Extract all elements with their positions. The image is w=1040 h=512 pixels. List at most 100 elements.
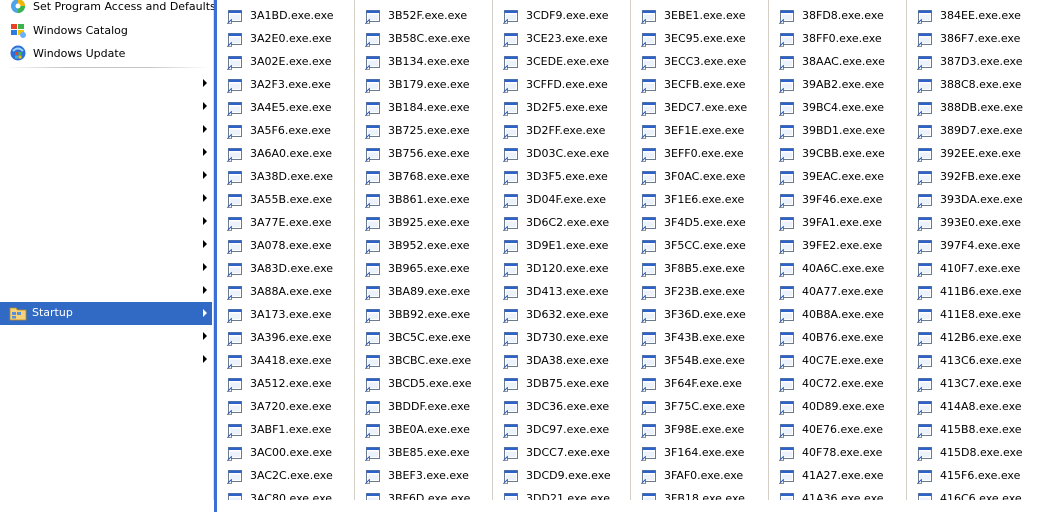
startup-file-item[interactable]: 3A38D.exe.exe: [217, 165, 354, 188]
startup-file-item[interactable]: 3A77E.exe.exe: [217, 211, 354, 234]
startup-file-item[interactable]: 39AB2.exe.exe: [769, 73, 906, 96]
startup-file-item[interactable]: 3B861.exe.exe: [355, 188, 492, 211]
startup-file-item[interactable]: 415B8.exe.exe: [907, 418, 1040, 441]
startup-file-item[interactable]: 3F1E6.exe.exe: [631, 188, 768, 211]
startup-file-item[interactable]: 3D632.exe.exe: [493, 303, 630, 326]
startup-file-item[interactable]: 392EE.exe.exe: [907, 142, 1040, 165]
startup-file-item[interactable]: 41A36.exe.exe: [769, 487, 906, 500]
startup-file-item[interactable]: 3D2FF.exe.exe: [493, 119, 630, 142]
startup-file-item[interactable]: 415F6.exe.exe: [907, 464, 1040, 487]
startup-file-item[interactable]: 3D730.exe.exe: [493, 326, 630, 349]
startup-file-item[interactable]: 3A55B.exe.exe: [217, 188, 354, 211]
program-submenu-item[interactable]: [0, 118, 212, 141]
startup-file-item[interactable]: 40D89.exe.exe: [769, 395, 906, 418]
startup-file-item[interactable]: 3A6A0.exe.exe: [217, 142, 354, 165]
startup-file-item[interactable]: 40A6C.exe.exe: [769, 257, 906, 280]
startup-file-item[interactable]: 3A1BD.exe.exe: [217, 4, 354, 27]
startup-file-item[interactable]: 3ECFB.exe.exe: [631, 73, 768, 96]
startup-file-item[interactable]: 3B925.exe.exe: [355, 211, 492, 234]
startup-file-item[interactable]: 3D2F5.exe.exe: [493, 96, 630, 119]
startup-file-item[interactable]: 415D8.exe.exe: [907, 441, 1040, 464]
startup-file-item[interactable]: 3B52F.exe.exe: [355, 4, 492, 27]
startup-file-item[interactable]: 41A27.exe.exe: [769, 464, 906, 487]
startup-file-item[interactable]: 392FB.exe.exe: [907, 165, 1040, 188]
startup-file-item[interactable]: 414A8.exe.exe: [907, 395, 1040, 418]
menu-item-windows-catalog[interactable]: Windows Catalog: [0, 19, 212, 41]
startup-file-item[interactable]: 3F64F.exe.exe: [631, 372, 768, 395]
startup-file-item[interactable]: 39BC4.exe.exe: [769, 96, 906, 119]
program-submenu-item[interactable]: [0, 72, 212, 95]
startup-file-item[interactable]: 39F46.exe.exe: [769, 188, 906, 211]
startup-file-item[interactable]: 3D413.exe.exe: [493, 280, 630, 303]
program-submenu-item[interactable]: [0, 233, 212, 256]
startup-file-item[interactable]: 3A4E5.exe.exe: [217, 96, 354, 119]
startup-file-item[interactable]: 3B179.exe.exe: [355, 73, 492, 96]
startup-file-item[interactable]: 384EE.exe.exe: [907, 4, 1040, 27]
startup-file-item[interactable]: 3BCBC.exe.exe: [355, 349, 492, 372]
program-submenu-item[interactable]: [0, 210, 212, 233]
startup-file-item[interactable]: 393DA.exe.exe: [907, 188, 1040, 211]
startup-file-item[interactable]: 3A5F6.exe.exe: [217, 119, 354, 142]
startup-file-item[interactable]: 39FE2.exe.exe: [769, 234, 906, 257]
startup-file-item[interactable]: 3FB18.exe.exe: [631, 487, 768, 500]
startup-file-item[interactable]: 3EFF0.exe.exe: [631, 142, 768, 165]
startup-file-item[interactable]: 397F4.exe.exe: [907, 234, 1040, 257]
startup-file-item[interactable]: 3DC36.exe.exe: [493, 395, 630, 418]
startup-file-item[interactable]: 3AC00.exe.exe: [217, 441, 354, 464]
startup-file-item[interactable]: 3B134.exe.exe: [355, 50, 492, 73]
startup-file-item[interactable]: 39CBB.exe.exe: [769, 142, 906, 165]
startup-file-item[interactable]: 3F36D.exe.exe: [631, 303, 768, 326]
startup-file-item[interactable]: 3BE0A.exe.exe: [355, 418, 492, 441]
startup-file-item[interactable]: 3CEDE.exe.exe: [493, 50, 630, 73]
startup-file-item[interactable]: 387D3.exe.exe: [907, 50, 1040, 73]
startup-file-item[interactable]: 411E8.exe.exe: [907, 303, 1040, 326]
startup-file-item[interactable]: 3CFFD.exe.exe: [493, 73, 630, 96]
startup-file-item[interactable]: 3EDC7.exe.exe: [631, 96, 768, 119]
startup-file-item[interactable]: 413C7.exe.exe: [907, 372, 1040, 395]
startup-file-item[interactable]: 3DA38.exe.exe: [493, 349, 630, 372]
startup-file-item[interactable]: 3EF1E.exe.exe: [631, 119, 768, 142]
startup-file-item[interactable]: 3A418.exe.exe: [217, 349, 354, 372]
program-submenu-item[interactable]: [0, 256, 212, 279]
startup-file-item[interactable]: 3A83D.exe.exe: [217, 257, 354, 280]
startup-file-item[interactable]: 3CDF9.exe.exe: [493, 4, 630, 27]
startup-file-item[interactable]: 38AAC.exe.exe: [769, 50, 906, 73]
startup-file-item[interactable]: 3CE23.exe.exe: [493, 27, 630, 50]
startup-file-item[interactable]: 3F54B.exe.exe: [631, 349, 768, 372]
startup-file-item[interactable]: 3BE85.exe.exe: [355, 441, 492, 464]
startup-file-item[interactable]: 3D120.exe.exe: [493, 257, 630, 280]
startup-file-item[interactable]: 3ECC3.exe.exe: [631, 50, 768, 73]
startup-file-item[interactable]: 3BDDF.exe.exe: [355, 395, 492, 418]
program-submenu-item[interactable]: [0, 348, 212, 371]
startup-file-item[interactable]: 389D7.exe.exe: [907, 119, 1040, 142]
startup-file-item[interactable]: 3A88A.exe.exe: [217, 280, 354, 303]
startup-file-item[interactable]: 3F0AC.exe.exe: [631, 165, 768, 188]
startup-file-item[interactable]: 3A512.exe.exe: [217, 372, 354, 395]
startup-file-item[interactable]: 3EC95.exe.exe: [631, 27, 768, 50]
startup-file-item[interactable]: 3B768.exe.exe: [355, 165, 492, 188]
startup-file-item[interactable]: 40C72.exe.exe: [769, 372, 906, 395]
startup-file-item[interactable]: 39EAC.exe.exe: [769, 165, 906, 188]
startup-file-item[interactable]: 3B952.exe.exe: [355, 234, 492, 257]
startup-file-item[interactable]: 3D04F.exe.exe: [493, 188, 630, 211]
program-submenu-item[interactable]: [0, 279, 212, 302]
startup-file-item[interactable]: 3B965.exe.exe: [355, 257, 492, 280]
startup-file-item[interactable]: 3BCD5.exe.exe: [355, 372, 492, 395]
startup-file-item[interactable]: 3A078.exe.exe: [217, 234, 354, 257]
startup-file-item[interactable]: 3DCC7.exe.exe: [493, 441, 630, 464]
startup-file-item[interactable]: 3BF6D.exe.exe: [355, 487, 492, 500]
startup-file-item[interactable]: 3B725.exe.exe: [355, 119, 492, 142]
startup-file-item[interactable]: 3A02E.exe.exe: [217, 50, 354, 73]
startup-file-item[interactable]: 3BEF3.exe.exe: [355, 464, 492, 487]
startup-file-item[interactable]: 39FA1.exe.exe: [769, 211, 906, 234]
startup-file-item[interactable]: 3BA89.exe.exe: [355, 280, 492, 303]
startup-file-item[interactable]: 40E76.exe.exe: [769, 418, 906, 441]
startup-file-item[interactable]: 3AC80.exe.exe: [217, 487, 354, 500]
startup-file-item[interactable]: 40F78.exe.exe: [769, 441, 906, 464]
startup-submenu-list[interactable]: 3A1BD.exe.exe 3A2E0.exe.exe 3A02E.exe.exe 3…: [217, 0, 1040, 500]
startup-file-item[interactable]: 412B6.exe.exe: [907, 326, 1040, 349]
startup-file-item[interactable]: 386F7.exe.exe: [907, 27, 1040, 50]
startup-file-item[interactable]: 3DC97.exe.exe: [493, 418, 630, 441]
startup-file-item[interactable]: 411B6.exe.exe: [907, 280, 1040, 303]
startup-file-item[interactable]: 416C6.exe.exe: [907, 487, 1040, 500]
